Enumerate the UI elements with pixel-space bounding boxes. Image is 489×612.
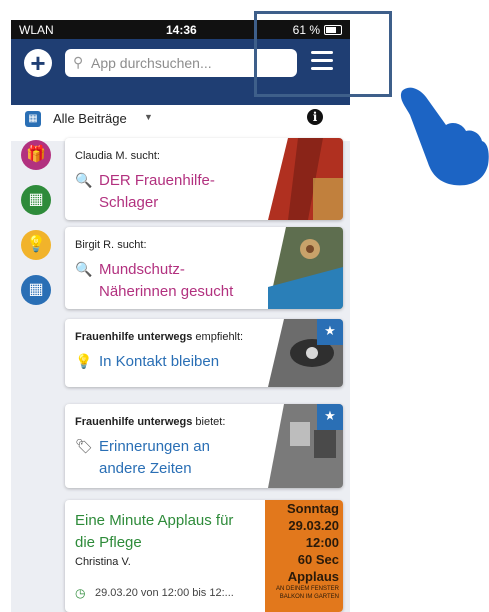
card-header: Claudia M. sucht: [75, 150, 160, 162]
gift-category-icon[interactable]: 🎁 [21, 140, 51, 170]
card-thumbnail [268, 227, 343, 309]
card-author: Claudia M. [75, 150, 128, 162]
grid-category-icon[interactable]: ▦ [21, 275, 51, 305]
card-verb: sucht: [130, 150, 160, 162]
chevron-down-icon[interactable]: ▼ [144, 112, 153, 122]
phone-screen: WLAN 14:36 61 % + ⚲ App durchsuchen... ▦… [11, 20, 350, 612]
search-placeholder: App durchsuchen... [91, 55, 212, 71]
poster-date: 29.03.20 [288, 518, 339, 533]
card-thumbnail [268, 138, 343, 220]
poster-sub1: AN DEINEM FENSTER [275, 586, 339, 592]
search-icon: ⚲ [73, 54, 84, 70]
post-card[interactable]: Claudia M. sucht: 🔍 DER Frauenhilfe- Schl… [65, 138, 343, 220]
poster-duration: 60 Sec [297, 552, 339, 567]
card-author: Birgit R. [75, 239, 115, 251]
event-date: 29.03.20 von 12:00 bis 12:... [95, 587, 234, 599]
card-title: DER Frauenhilfe- Schlager [99, 172, 215, 211]
carrier-label: WLAN [19, 23, 54, 37]
poster-day: Sonntag [287, 501, 339, 516]
post-card[interactable]: Frauenhilfe unterwegs empfiehlt: 💡 In Ko… [65, 319, 343, 387]
pointing-hand-icon [400, 87, 489, 186]
poster-sub2: BALKON IM GARTEN [279, 594, 339, 600]
star-icon: ★ [317, 319, 343, 345]
filter-label[interactable]: Alle Beiträge [53, 111, 127, 126]
highlight-box [254, 11, 392, 97]
card-header: Frauenhilfe unterwegs empfiehlt: [75, 331, 243, 343]
lightbulb-category-icon[interactable]: 💡 [21, 230, 51, 260]
calendar-category-icon[interactable]: ▦ [21, 185, 51, 215]
card-header: Birgit R. sucht: [75, 239, 147, 251]
card-title: Erinnerungen an andere Zeiten [99, 438, 210, 477]
clock: 14:36 [166, 23, 197, 37]
star-icon: ★ [317, 404, 343, 430]
card-title: In Kontakt bleiben [99, 353, 220, 370]
poster-time: 12:00 [305, 535, 339, 550]
card-verb: sucht: [117, 239, 147, 251]
post-card[interactable]: Frauenhilfe unterwegs bietet: 🏷 Erinneru… [65, 404, 343, 488]
card-title: Eine Minute Applaus für die Pflege [75, 512, 234, 551]
card-author: Frauenhilfe unterwegs [75, 416, 193, 428]
search-icon: 🔍 [75, 172, 93, 188]
info-icon[interactable]: i [307, 109, 323, 125]
post-card[interactable]: Birgit R. sucht: 🔍 Mundschutz- Näherinnen… [65, 227, 343, 309]
card-verb: bietet: [195, 416, 226, 428]
event-card[interactable]: Eine Minute Applaus für die Pflege Christ… [65, 500, 343, 612]
card-header: Frauenhilfe unterwegs bietet: [75, 416, 225, 428]
search-icon: 🔍 [75, 261, 93, 277]
poster-title: Applaus [287, 569, 339, 584]
card-title: Mundschutz- Näherinnen gesucht [99, 261, 234, 300]
grid-icon: ▦ [25, 111, 41, 127]
card-verb: empfiehlt: [195, 331, 244, 343]
lightbulb-icon: 💡 [75, 353, 93, 369]
card-author: Christina V. [75, 556, 131, 568]
filter-bar: ▦ Alle Beiträge ▼ i [11, 105, 350, 141]
event-poster: Sonntag 29.03.20 12:00 60 Sec Applaus AN… [265, 500, 343, 612]
tag-icon: 🏷 [75, 438, 93, 454]
clock-icon: ◷ [75, 586, 86, 600]
card-author: Frauenhilfe unterwegs [75, 331, 193, 343]
add-button[interactable]: + [24, 49, 52, 77]
